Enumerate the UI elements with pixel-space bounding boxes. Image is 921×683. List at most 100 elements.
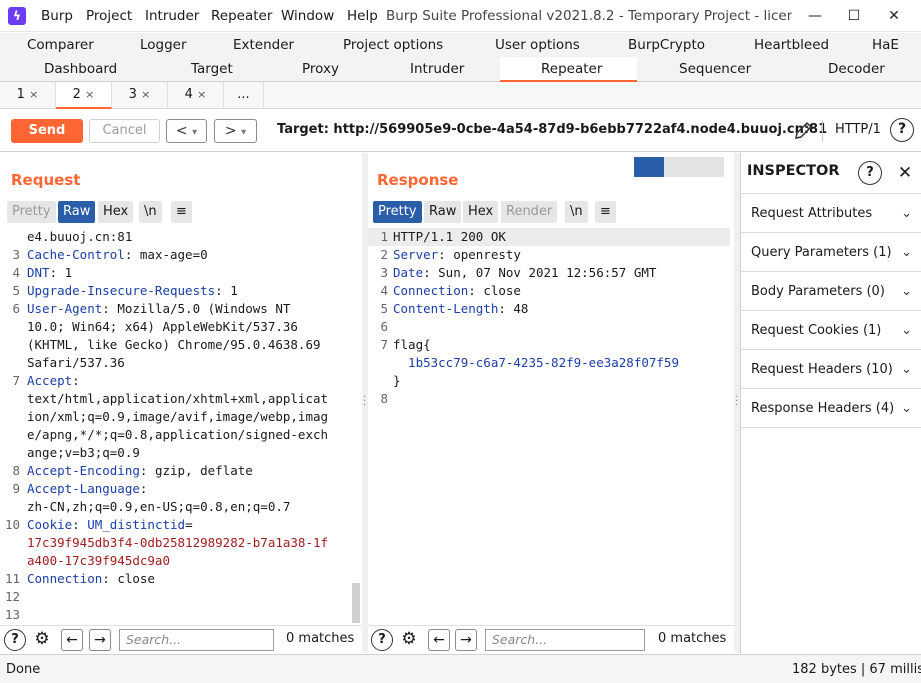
help-icon[interactable]: ? [4,629,26,651]
tab-extender[interactable]: Extender [233,37,294,53]
request-menu-icon[interactable]: ≡ [171,201,192,223]
send-button[interactable]: Send [11,119,83,143]
tab-repeater[interactable]: Repeater [500,57,637,82]
inspector-query-parameters[interactable]: Query Parameters (1) ⌄ [741,233,921,272]
burp-icon: ϟ [8,7,26,25]
arrow-right-icon[interactable]: → [89,629,111,651]
close-tab-icon[interactable]: × [85,88,94,101]
line-text: Connection: close [27,571,155,586]
editor-line: (KHTML, like Gecko) Chrome/95.0.4638.69 [0,336,350,354]
tab-user-options[interactable]: User options [495,37,580,53]
gear-icon[interactable]: ⚙ [31,629,53,651]
response-search-bar: ? ⚙ ← → Search... 0 matches [368,625,734,653]
inspector-request-attributes[interactable]: Request Attributes ⌄ [741,194,921,233]
menu-project[interactable]: Project [86,8,132,24]
editor-line: 9 Accept-Language: [0,480,350,498]
response-view-render[interactable]: Render [501,201,558,223]
tab-sequencer[interactable]: Sequencer [679,61,751,77]
tab-heartbleed[interactable]: Heartbleed [754,37,829,53]
line-text: Cache-Control: max-age=0 [27,247,208,262]
tab-intruder[interactable]: Intruder [410,61,464,77]
http-version-toggle[interactable]: HTTP/1 [835,122,881,137]
editor-line: a400-17c39f945dc9a0 [0,552,350,570]
response-menu-icon[interactable]: ≡ [595,201,616,223]
layout-side-by-side-icon[interactable] [634,157,664,177]
inspector-body-parameters[interactable]: Body Parameters (0) ⌄ [741,272,921,311]
tab-project-options[interactable]: Project options [343,37,443,53]
menu-repeater[interactable]: Repeater [211,8,272,24]
help-icon[interactable]: ? [890,118,914,142]
line-number: 6 [380,319,388,334]
subtab-1[interactable]: 1 × [0,82,56,109]
line-number: 8 [12,463,20,478]
close-tab-icon[interactable]: × [141,88,150,101]
inspector-response-headers[interactable]: Response Headers (4) ⌄ [741,389,921,428]
line-number: 3 [380,265,388,280]
line-text: Connection: close [393,283,521,298]
editor-line: 6 User-Agent: Mozilla/5.0 (Windows NT [0,300,350,318]
chevron-down-icon: ⌄ [901,401,912,416]
pencil-icon[interactable] [792,120,814,142]
menu-burp[interactable]: Burp [41,8,73,24]
inspector-request-cookies[interactable]: Request Cookies (1) ⌄ [741,311,921,350]
close-window-icon[interactable]: ✕ [882,4,906,28]
response-view-raw[interactable]: Raw [424,201,462,223]
inspector-help-icon[interactable]: ? [858,161,882,185]
close-tab-icon[interactable]: × [29,88,38,101]
request-editor[interactable]: e4.buuoj.cn:81 3 Cache-Control: max-age=0 4… [0,228,350,624]
next-request-button[interactable]: > ▾ [214,119,257,143]
response-view-hex[interactable]: Hex [463,201,499,223]
editor-line: zh-CN,zh;q=0.9,en-US;q=0.8,en;q=0.7 [0,498,350,516]
tab-burpcrypto[interactable]: BurpCrypto [628,37,705,53]
request-search-input[interactable]: Search... [119,629,274,651]
subtab-3[interactable]: 3 × [112,82,168,109]
response-newline-toggle[interactable]: \n [565,201,588,223]
response-view-pretty[interactable]: Pretty [373,201,422,223]
maximize-icon[interactable]: ☐ [842,4,866,28]
tool-tabs-row1: Comparer Logger Extender Project options… [0,33,921,57]
status-bar: Done 182 bytes | 67 millis [0,654,921,683]
response-size: 182 bytes | 67 millis [792,662,921,677]
cancel-button[interactable]: Cancel [89,119,160,143]
subtab-4[interactable]: 4 × [168,82,224,109]
tab-target[interactable]: Target [191,61,233,77]
arrow-right-icon[interactable]: → [455,629,477,651]
request-newline-toggle[interactable]: \n [139,201,162,223]
layout-stacked-icon[interactable] [664,157,694,177]
target-url: Target: http://569905e9-0cbe-4a54-87d9-b… [277,122,828,137]
line-text: ange;v=b3;q=0.9 [27,445,140,460]
inspector-request-headers[interactable]: Request Headers (10) ⌄ [741,350,921,389]
tab-decoder[interactable]: Decoder [828,61,885,77]
inspector-close-icon[interactable]: ✕ [893,161,917,185]
request-view-pretty[interactable]: Pretty [7,201,56,223]
menu-window[interactable]: Window [281,8,334,24]
tab-hae[interactable]: HaE [872,37,899,53]
tab-logger[interactable]: Logger [140,37,187,53]
previous-request-button[interactable]: < ▾ [166,119,207,143]
request-view-hex[interactable]: Hex [98,201,134,223]
editor-line: 4 Connection: close [368,282,730,300]
toolbar-divider [822,120,823,142]
close-tab-icon[interactable]: × [197,88,206,101]
menu-intruder[interactable]: Intruder [145,8,199,24]
request-scrollbar[interactable] [352,583,360,623]
layout-tabs-icon[interactable] [694,157,724,177]
response-search-input[interactable]: Search... [485,629,645,651]
subtab-2[interactable]: 2 × [56,82,112,109]
request-view-raw[interactable]: Raw [58,201,96,223]
line-number: 2 [380,247,388,262]
minimize-icon[interactable]: — [803,4,827,28]
subtab-more[interactable]: ... [224,82,264,109]
chevron-down-icon: ⌄ [901,323,912,338]
arrow-left-icon[interactable]: ← [428,629,450,651]
arrow-left-icon[interactable]: ← [61,629,83,651]
request-panel: Request Pretty Raw Hex \n ≡ e4.buuoj.cn:… [0,153,362,625]
help-icon[interactable]: ? [371,629,393,651]
tab-comparer[interactable]: Comparer [27,37,94,53]
gear-icon[interactable]: ⚙ [398,629,420,651]
tab-dashboard[interactable]: Dashboard [44,61,117,77]
chevron-right-icon: > [224,123,237,139]
menu-help[interactable]: Help [347,8,378,24]
tab-proxy[interactable]: Proxy [302,61,339,77]
response-editor[interactable]: 1 HTTP/1.1 200 OK 2 Server: openresty 3 Date:… [368,228,730,624]
